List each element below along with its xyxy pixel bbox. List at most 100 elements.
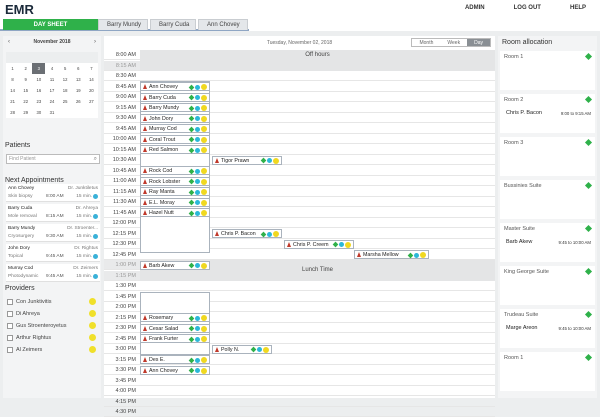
- tab-barry-cuda[interactable]: Barry Cuda: [150, 19, 196, 30]
- time-slot[interactable]: 4:30 PM: [104, 407, 495, 417]
- view-week-button[interactable]: Week: [440, 39, 468, 46]
- calendar-day[interactable]: 7: [85, 63, 98, 74]
- calendar-day[interactable]: 8: [6, 74, 19, 85]
- calendar-day[interactable]: 2: [19, 63, 32, 74]
- calendar-day[interactable]: [72, 107, 85, 118]
- calendar-day[interactable]: 31: [45, 107, 58, 118]
- appointment-block[interactable]: Ray Manta: [140, 187, 210, 196]
- time-slot[interactable]: 3:45 PM: [104, 376, 495, 386]
- next-appointment-item[interactable]: Ann Chovey Dr. Junktiletus Skin biopsy 8…: [6, 184, 100, 202]
- appointment-block[interactable]: Coral Trout: [140, 134, 210, 144]
- provider-checkbox[interactable]: [7, 311, 13, 317]
- appointment-block[interactable]: Rock Lobster: [140, 176, 210, 186]
- next-appointment-item[interactable]: John Dory Dr. Rightus Topical 9:45 AM 15…: [6, 244, 100, 262]
- appointment-block[interactable]: Barry Mundy: [140, 103, 210, 112]
- calendar-day[interactable]: 18: [59, 85, 72, 96]
- appointment-block[interactable]: John Dory: [140, 113, 210, 123]
- room-slot[interactable]: Trudeau Suite Marge Areon 9:45 to 10:00 …: [500, 309, 595, 348]
- calendar-day[interactable]: 26: [72, 96, 85, 107]
- tab-barry-mundy[interactable]: Barry Mundy: [98, 19, 148, 30]
- appointment-block[interactable]: Des E.: [140, 355, 210, 364]
- room-slot[interactable]: Room 1: [500, 352, 595, 391]
- calendar-next-button[interactable]: ›: [94, 39, 96, 45]
- calendar-day[interactable]: [59, 107, 72, 118]
- appointment-block[interactable]: Tigor Prawn: [212, 155, 282, 165]
- appointment-block[interactable]: Polly N.: [212, 344, 272, 354]
- appointment-block[interactable]: Rosemary: [140, 313, 210, 322]
- calendar-day[interactable]: 9: [19, 74, 32, 85]
- next-appointment-item[interactable]: Barry Mundy Dr. Stroenter... Cryosurgery…: [6, 224, 100, 242]
- calendar-day[interactable]: 14: [85, 74, 98, 85]
- tab-day-sheet[interactable]: DAY SHEET: [3, 19, 98, 30]
- next-appointment-item[interactable]: Murray Cod Dr. Zeimers Photodynamic 9:45…: [6, 264, 100, 282]
- help-link[interactable]: HELP: [570, 5, 586, 11]
- provider-item[interactable]: Con Junktivitis: [6, 297, 100, 308]
- calendar-day[interactable]: 23: [32, 96, 45, 107]
- search-icon[interactable]: ⌕: [94, 155, 97, 163]
- next-appointment-item[interactable]: Barry Cuda Dr. Ahreya Mole removal 8:15 …: [6, 204, 100, 222]
- room-slot[interactable]: Room 1: [500, 51, 595, 90]
- room-slot[interactable]: Bussinies Suite: [500, 180, 595, 219]
- calendar-day[interactable]: 28: [6, 107, 19, 118]
- calendar-day[interactable]: 17: [45, 85, 58, 96]
- calendar-day[interactable]: 29: [19, 107, 32, 118]
- appointment-block[interactable]: Ann Chovey: [140, 82, 210, 91]
- appointment-block[interactable]: Chris P. Bacon: [212, 229, 282, 238]
- appointment-block[interactable]: Cesar Salad: [140, 323, 210, 333]
- time-slot[interactable]: 4:15 PM: [104, 397, 495, 407]
- provider-checkbox[interactable]: [7, 323, 13, 329]
- calendar-day[interactable]: 16: [32, 85, 45, 96]
- view-month-button[interactable]: Month: [412, 39, 441, 46]
- room-slot[interactable]: Room 3: [500, 137, 595, 176]
- calendar-day[interactable]: 27: [85, 96, 98, 107]
- time-slot[interactable]: 1:30 PM: [104, 281, 495, 291]
- calendar-day[interactable]: 22: [19, 96, 32, 107]
- calendar-day[interactable]: 10: [32, 74, 45, 85]
- logout-link[interactable]: LOG OUT: [514, 5, 541, 11]
- time-slot[interactable]: 4:00 PM: [104, 386, 495, 396]
- appointment-block[interactable]: Marsha Mellow: [354, 250, 429, 259]
- appointment-block[interactable]: Barry Cuda: [140, 92, 210, 102]
- calendar-day[interactable]: [85, 107, 98, 118]
- provider-checkbox[interactable]: [7, 335, 13, 341]
- room-slot[interactable]: Master Suite Barb Akew 9:45 to 10:00 AM: [500, 223, 595, 262]
- appointment-block[interactable]: E.L. Moray: [140, 197, 210, 207]
- calendar-day[interactable]: 30: [32, 107, 45, 118]
- calendar-day[interactable]: 1: [6, 63, 19, 74]
- calendar-day[interactable]: 19: [72, 85, 85, 96]
- calendar-day[interactable]: 24: [45, 96, 58, 107]
- calendar-day[interactable]: 12: [59, 74, 72, 85]
- provider-item[interactable]: Gus Stroenteroyetus: [6, 321, 100, 332]
- time-slot[interactable]: 8:30 AM: [104, 71, 495, 81]
- appointment-block[interactable]: Hazel Nutt: [140, 208, 210, 217]
- provider-item[interactable]: Al Zeimers: [6, 345, 100, 356]
- patient-search-input[interactable]: Find Patient ⌕: [6, 154, 100, 164]
- calendar-day[interactable]: 3: [32, 63, 46, 74]
- appointment-block[interactable]: Chris P. Creem: [284, 239, 354, 249]
- room-slot[interactable]: King George Suite: [500, 266, 595, 305]
- appointment-block[interactable]: Barb Akew: [140, 260, 210, 270]
- calendar-prev-button[interactable]: ‹: [8, 39, 10, 45]
- calendar-day[interactable]: 13: [72, 74, 85, 85]
- provider-checkbox[interactable]: [7, 347, 13, 353]
- provider-item[interactable]: Di Ahreya: [6, 309, 100, 320]
- calendar-day[interactable]: 11: [45, 74, 58, 85]
- calendar-day[interactable]: 14: [6, 85, 19, 96]
- calendar-day[interactable]: 5: [59, 63, 72, 74]
- calendar-day[interactable]: 4: [45, 63, 58, 74]
- appointment-block[interactable]: Ann Chovey: [140, 365, 210, 375]
- calendar-day[interactable]: 15: [19, 85, 32, 96]
- calendar-day[interactable]: 20: [85, 85, 98, 96]
- appointment-block[interactable]: Rock Cod: [140, 166, 210, 175]
- view-day-button[interactable]: Day: [467, 39, 490, 46]
- appointment-block[interactable]: Frank Furter: [140, 334, 210, 343]
- tab-ann-chovey[interactable]: Ann Chovey: [198, 19, 248, 30]
- provider-item[interactable]: Arthur Rightus: [6, 333, 100, 344]
- appointment-block[interactable]: Murray Cod: [140, 124, 210, 133]
- provider-checkbox[interactable]: [7, 299, 13, 305]
- room-slot[interactable]: Room 2 Chris P. Bacon 9:00 to 9:15 AM: [500, 94, 595, 133]
- calendar-day[interactable]: 25: [59, 96, 72, 107]
- appointment-block[interactable]: Red Salmon: [140, 145, 210, 154]
- calendar-day[interactable]: 21: [6, 96, 19, 107]
- admin-link[interactable]: ADMIN: [465, 5, 485, 11]
